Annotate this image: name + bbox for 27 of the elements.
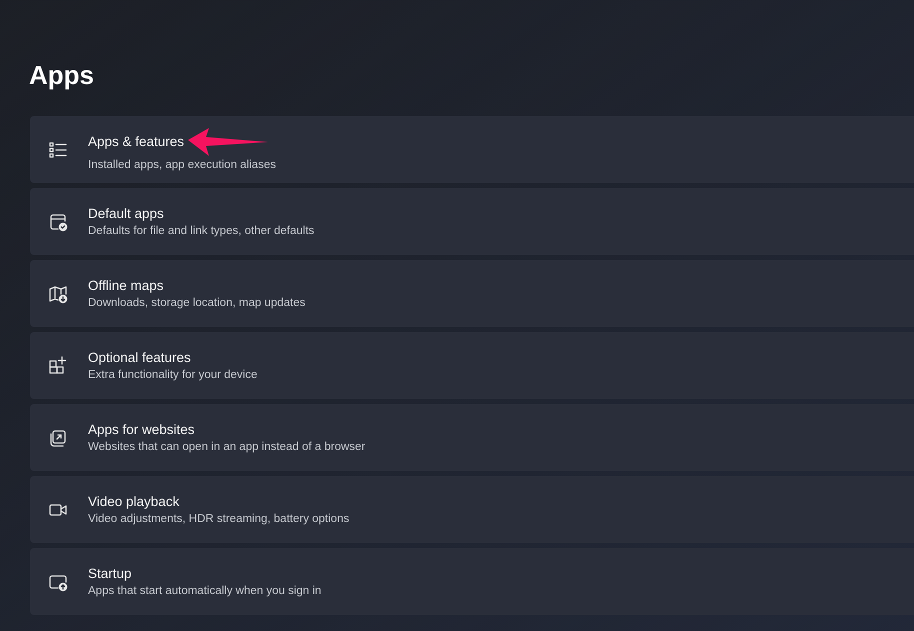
settings-item[interactable]: Optional features Extra functionality for your device: [30, 332, 914, 399]
settings-item[interactable]: Startup Apps that start automatically when you sign in: [30, 548, 914, 615]
list-icon: [48, 140, 68, 160]
item-subtitle: Extra functionality for your device: [88, 368, 258, 382]
item-title: Apps for websites: [88, 420, 195, 438]
item-title: Startup: [88, 564, 132, 582]
settings-item[interactable]: Apps for websites Websites that can open in an app instead of a browser: [30, 404, 914, 471]
item-title: Apps & features: [88, 132, 184, 150]
item-subtitle: Apps that start automatically when you sign in: [88, 584, 322, 598]
map-download-icon: [48, 284, 68, 304]
item-title: Video playback: [88, 492, 180, 510]
item-title: Offline maps: [88, 276, 164, 294]
grid-plus-icon: [48, 356, 68, 376]
window-arrow-icon: [48, 428, 68, 448]
item-subtitle: Video adjustments, HDR streaming, battery options: [88, 512, 350, 526]
item-subtitle: Downloads, storage location, map updates: [88, 296, 306, 310]
item-title: Optional features: [88, 348, 191, 366]
window-check-icon: [48, 212, 68, 232]
item-subtitle: Defaults for file and link types, other defaults: [88, 224, 314, 238]
item-title: Default apps: [88, 204, 164, 222]
settings-item[interactable]: Offline maps Downloads, storage location, map updates: [30, 260, 914, 327]
page-title: Apps: [29, 59, 95, 92]
settings-item[interactable]: Video playback Video adjustments, HDR streaming, battery options: [30, 476, 914, 543]
item-subtitle: Websites that can open in an app instead of a browser: [88, 440, 366, 454]
settings-item[interactable]: Default apps Defaults for file and link types, other defaults: [30, 188, 914, 255]
settings-item[interactable]: Apps & features Installed apps, app execution aliases: [30, 116, 914, 183]
item-subtitle: Installed apps, app execution aliases: [88, 158, 276, 172]
